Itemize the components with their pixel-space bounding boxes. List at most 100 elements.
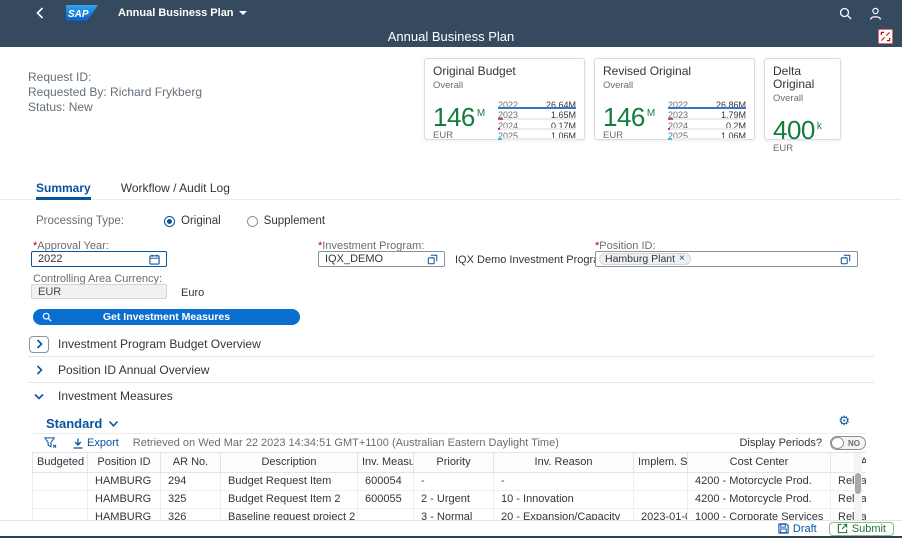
col-description[interactable]: Description bbox=[220, 453, 358, 473]
card-subtitle: Overall bbox=[603, 80, 634, 91]
annual-business-plan-screen: SAP Annual Business Plan Annual Business… bbox=[0, 0, 902, 538]
token-remove-icon[interactable]: × bbox=[679, 254, 685, 264]
toggle-knob bbox=[831, 437, 844, 449]
section-title: Position ID Annual Overview bbox=[58, 362, 210, 377]
card-title: Revised Original bbox=[603, 64, 692, 78]
table-row[interactable]: HAMBURG 294 Budget Request Item 600054- -4… bbox=[32, 472, 866, 491]
card-title: Original Budget bbox=[433, 64, 516, 78]
export-button[interactable]: Export bbox=[73, 437, 119, 449]
col-implem-start[interactable]: Implem. Start bbox=[633, 453, 688, 473]
filter-icon[interactable] bbox=[44, 437, 57, 449]
exit-fullscreen-icon[interactable] bbox=[878, 29, 893, 44]
section-investment-measures[interactable]: Investment Measures bbox=[28, 383, 874, 409]
card-original-budget[interactable]: Original Budget Overall 146 M EUR 2022 26.… bbox=[424, 58, 585, 141]
col-budgeted[interactable]: Budgeted bbox=[32, 453, 88, 473]
app-title-label: Annual Business Plan bbox=[118, 7, 234, 19]
chevron-down-icon bbox=[109, 420, 119, 427]
footer-bar: Draft Submit bbox=[0, 520, 902, 536]
draft-button[interactable]: Draft bbox=[778, 523, 817, 535]
kpi-value: 400 k EUR bbox=[773, 115, 822, 154]
back-button[interactable] bbox=[32, 5, 48, 21]
col-cost-center[interactable]: Cost Center bbox=[687, 453, 831, 473]
col-ar-no[interactable]: AR No. bbox=[160, 453, 221, 473]
approval-year-input[interactable]: 2022 bbox=[31, 251, 167, 267]
processing-type-row: Processing Type: Original Supplement bbox=[36, 215, 325, 227]
get-investment-measures-button[interactable]: Get Investment Measures bbox=[33, 309, 300, 325]
table-row[interactable]: HAMBURG 325 Budget Request Item 2 600055 2 … bbox=[32, 490, 866, 509]
display-periods-label: Display Periods? bbox=[739, 437, 822, 449]
section-investment-program-budget-overview[interactable]: Investment Program Budget Overview bbox=[28, 332, 874, 357]
table-header-row: Budgeted Position ID AR No. Description … bbox=[32, 453, 866, 473]
col-priority[interactable]: Priority bbox=[413, 453, 494, 473]
col-inv-measure[interactable]: Inv. Measure bbox=[357, 453, 414, 473]
gear-icon[interactable]: ⚙ bbox=[838, 414, 850, 427]
section-position-id-annual-overview[interactable]: Position ID Annual Overview bbox=[28, 357, 874, 383]
toggle-state: NO bbox=[848, 439, 860, 448]
investment-program-value: IQX_DEMO bbox=[325, 253, 384, 265]
tab-summary[interactable]: Summary bbox=[36, 181, 91, 200]
request-id-text: Request ID: bbox=[28, 70, 92, 84]
view-selector[interactable]: Standard bbox=[46, 416, 119, 431]
col-inv-reason[interactable]: Inv. Reason bbox=[493, 453, 634, 473]
button-label: Get Investment Measures bbox=[102, 311, 231, 323]
app-title-menu[interactable]: Annual Business Plan bbox=[118, 7, 247, 19]
shell-actions bbox=[839, 7, 888, 20]
tab-workflow-audit-log[interactable]: Workflow / Audit Log bbox=[121, 181, 230, 200]
kpi-value: 146 M EUR bbox=[603, 102, 655, 141]
controlling-area-input: EUR bbox=[31, 284, 167, 299]
section-title: Investment Measures bbox=[58, 389, 173, 403]
status-text: Status: New bbox=[28, 100, 93, 114]
section-title: Investment Program Budget Overview bbox=[58, 337, 261, 351]
search-icon[interactable] bbox=[839, 7, 852, 20]
draft-label: Draft bbox=[792, 522, 817, 535]
display-periods-toggle[interactable]: NO bbox=[830, 436, 866, 450]
requested-by-text: Requested By: Richard Frykberg bbox=[28, 85, 203, 99]
chevron-right-icon[interactable] bbox=[29, 361, 49, 378]
export-label: Export bbox=[87, 437, 119, 449]
submit-button[interactable]: Submit bbox=[828, 521, 894, 536]
processing-type-label: Processing Type: bbox=[36, 215, 125, 227]
card-delta-original[interactable]: Delta Original Overall 400 k EUR bbox=[764, 58, 841, 154]
col-position-id[interactable]: Position ID bbox=[87, 453, 161, 473]
card-revised-original[interactable]: Revised Original Overall 146 M EUR 2022 26… bbox=[594, 58, 755, 141]
chevron-right-icon[interactable] bbox=[29, 335, 49, 353]
value-help-icon[interactable] bbox=[840, 254, 851, 265]
submit-label: Submit bbox=[851, 522, 886, 535]
page-title: Annual Business Plan bbox=[387, 29, 515, 44]
radio-original[interactable]: Original bbox=[164, 215, 221, 227]
view-name: Standard bbox=[46, 416, 103, 431]
user-icon[interactable] bbox=[869, 7, 882, 20]
comparison-microchart: 2022 26.64M 2023 1.65M 2024 0.17M 2025 1.06M bbox=[498, 100, 576, 141]
value-help-icon[interactable] bbox=[427, 254, 438, 265]
kpi-cards: Original Budget Overall 146 M EUR 2022 26.… bbox=[424, 58, 841, 154]
page-header-band: Annual Business Plan bbox=[0, 26, 902, 47]
table-scrollbar[interactable] bbox=[854, 453, 862, 521]
investment-program-input[interactable]: IQX_DEMO bbox=[318, 251, 445, 267]
radio-dot bbox=[164, 215, 176, 227]
save-icon bbox=[778, 523, 789, 534]
controlling-area-value: EUR bbox=[38, 285, 62, 298]
search-icon bbox=[42, 312, 52, 325]
card-title: Delta Original bbox=[773, 64, 815, 91]
card-subtitle: Overall bbox=[773, 93, 804, 104]
investment-program-description: IQX Demo Investment Program bbox=[455, 254, 609, 266]
token-label: Hamburg Plant bbox=[605, 253, 676, 265]
comparison-microchart: 2022 26.86M 2023 1.79M 2024 0.2M 2025 1.06M bbox=[668, 100, 746, 141]
approval-year-value: 2022 bbox=[38, 253, 63, 265]
calendar-icon[interactable] bbox=[149, 254, 160, 265]
request-info-block: Request ID: Requested By: Richard Frykbe… bbox=[28, 71, 202, 116]
investment-measures-table: Budgeted Position ID AR No. Description … bbox=[32, 452, 866, 521]
currency-description: Euro bbox=[181, 287, 205, 299]
submit-icon bbox=[837, 523, 847, 534]
position-token[interactable]: Hamburg Plant × bbox=[599, 253, 691, 265]
radio-supplement[interactable]: Supplement bbox=[246, 215, 325, 227]
chevron-down-icon[interactable] bbox=[29, 388, 49, 405]
position-id-input[interactable]: Hamburg Plant × bbox=[595, 251, 858, 267]
retrieved-timestamp: Retrieved on Wed Mar 22 2023 14:34:51 GM… bbox=[132, 437, 559, 449]
radio-dot bbox=[246, 215, 258, 227]
svg-text:SAP: SAP bbox=[68, 9, 89, 20]
back-chevron-icon bbox=[36, 7, 44, 19]
shell-bar: SAP Annual Business Plan bbox=[0, 0, 902, 26]
kpi-value: 146 M EUR bbox=[433, 102, 485, 141]
scrollbar-thumb[interactable] bbox=[855, 473, 861, 494]
